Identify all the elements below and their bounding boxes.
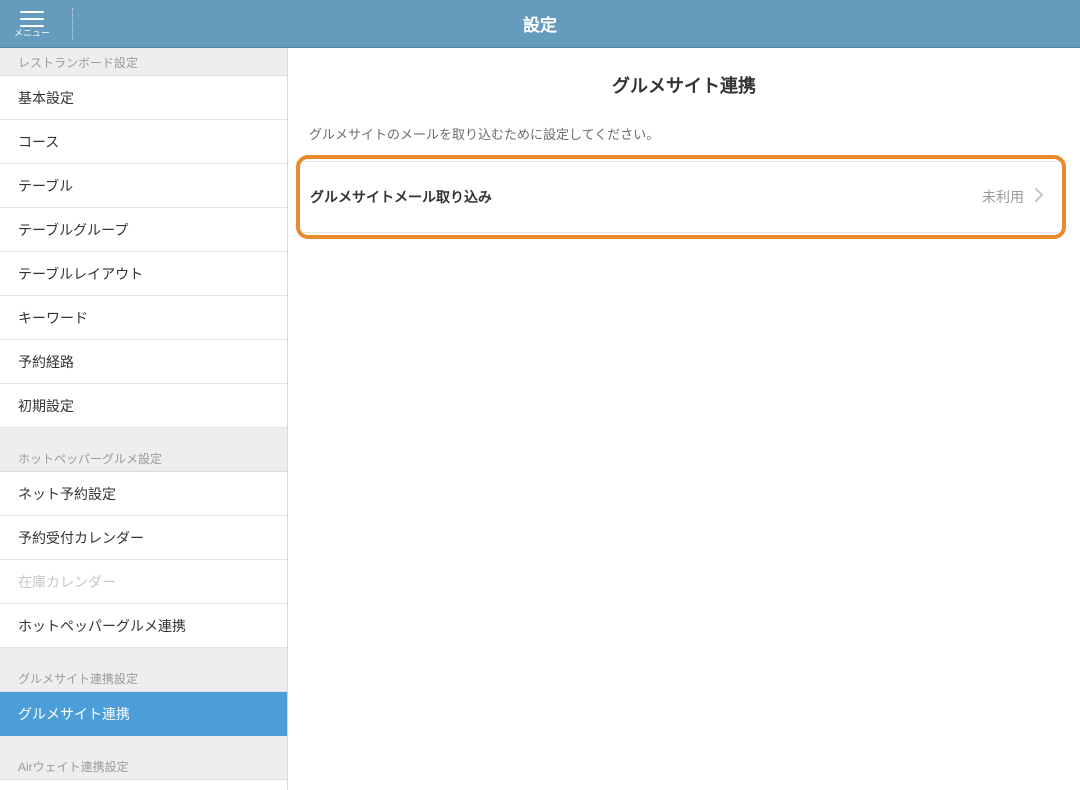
sidebar-item[interactable]: Airウェイト連携 xyxy=(0,780,287,790)
sidebar-item[interactable]: コース xyxy=(0,120,287,164)
sidebar-item-label: ネット予約設定 xyxy=(18,484,116,504)
sidebar-item-label: 基本設定 xyxy=(18,88,74,108)
setting-label: グルメサイトメール取り込み xyxy=(310,187,982,207)
main-content: グルメサイト連携 グルメサイトのメールを取り込むために設定してください。 グルメ… xyxy=(288,48,1080,790)
menu-button[interactable]: メニュー xyxy=(0,5,64,42)
sidebar-item-label: キーワード xyxy=(18,308,88,328)
sidebar-item-label: テーブル xyxy=(18,176,73,196)
sidebar-item-label: ホットペッパーグルメ連携 xyxy=(18,616,186,636)
divider xyxy=(72,8,73,40)
page-description: グルメサイトのメールを取り込むために設定してください。 xyxy=(288,124,1080,155)
sidebar-item-label: テーブルグループ xyxy=(18,220,128,240)
sidebar-item-label: 予約経路 xyxy=(18,352,74,372)
header-title: 設定 xyxy=(523,11,557,36)
setting-row-mail-import[interactable]: グルメサイトメール取り込み 未利用 xyxy=(302,161,1060,233)
sidebar-item: 在庫カレンダー xyxy=(0,560,287,604)
app-header: メニュー 設定 xyxy=(0,0,1080,48)
sidebar-item-label: 予約受付カレンダー xyxy=(18,528,144,548)
sidebar-item[interactable]: ホットペッパーグルメ連携 xyxy=(0,604,287,648)
sidebar-item[interactable]: 予約受付カレンダー xyxy=(0,516,287,560)
setting-value: 未利用 xyxy=(982,187,1024,207)
hamburger-icon xyxy=(20,11,44,27)
sidebar-item[interactable]: ネット予約設定 xyxy=(0,472,287,516)
sidebar: レストランボード設定基本設定コーステーブルテーブルグループテーブルレイアウトキー… xyxy=(0,48,288,790)
main-container: レストランボード設定基本設定コーステーブルテーブルグループテーブルレイアウトキー… xyxy=(0,48,1080,790)
section-header: Airウェイト連携設定 xyxy=(0,736,287,780)
sidebar-item[interactable]: 初期設定 xyxy=(0,384,287,428)
menu-label: メニュー xyxy=(14,29,50,38)
page-title: グルメサイト連携 xyxy=(288,48,1080,124)
sidebar-item-label: グルメサイト連携 xyxy=(18,704,130,724)
sidebar-item[interactable]: グルメサイト連携 xyxy=(0,692,287,736)
sidebar-item[interactable]: 予約経路 xyxy=(0,340,287,384)
sidebar-item-label: 在庫カレンダー xyxy=(18,572,116,592)
section-header: レストランボード設定 xyxy=(0,48,287,76)
sidebar-item-label: コース xyxy=(18,132,59,152)
highlighted-setting: グルメサイトメール取り込み 未利用 xyxy=(296,155,1066,239)
sidebar-item-label: 初期設定 xyxy=(18,396,74,416)
section-header: ホットペッパーグルメ設定 xyxy=(0,428,287,472)
section-header: グルメサイト連携設定 xyxy=(0,648,287,692)
chevron-right-icon xyxy=(1034,187,1044,208)
sidebar-item[interactable]: キーワード xyxy=(0,296,287,340)
sidebar-item[interactable]: テーブルグループ xyxy=(0,208,287,252)
sidebar-item[interactable]: 基本設定 xyxy=(0,76,287,120)
sidebar-item[interactable]: テーブルレイアウト xyxy=(0,252,287,296)
sidebar-item-label: テーブルレイアウト xyxy=(18,264,143,284)
sidebar-item[interactable]: テーブル xyxy=(0,164,287,208)
